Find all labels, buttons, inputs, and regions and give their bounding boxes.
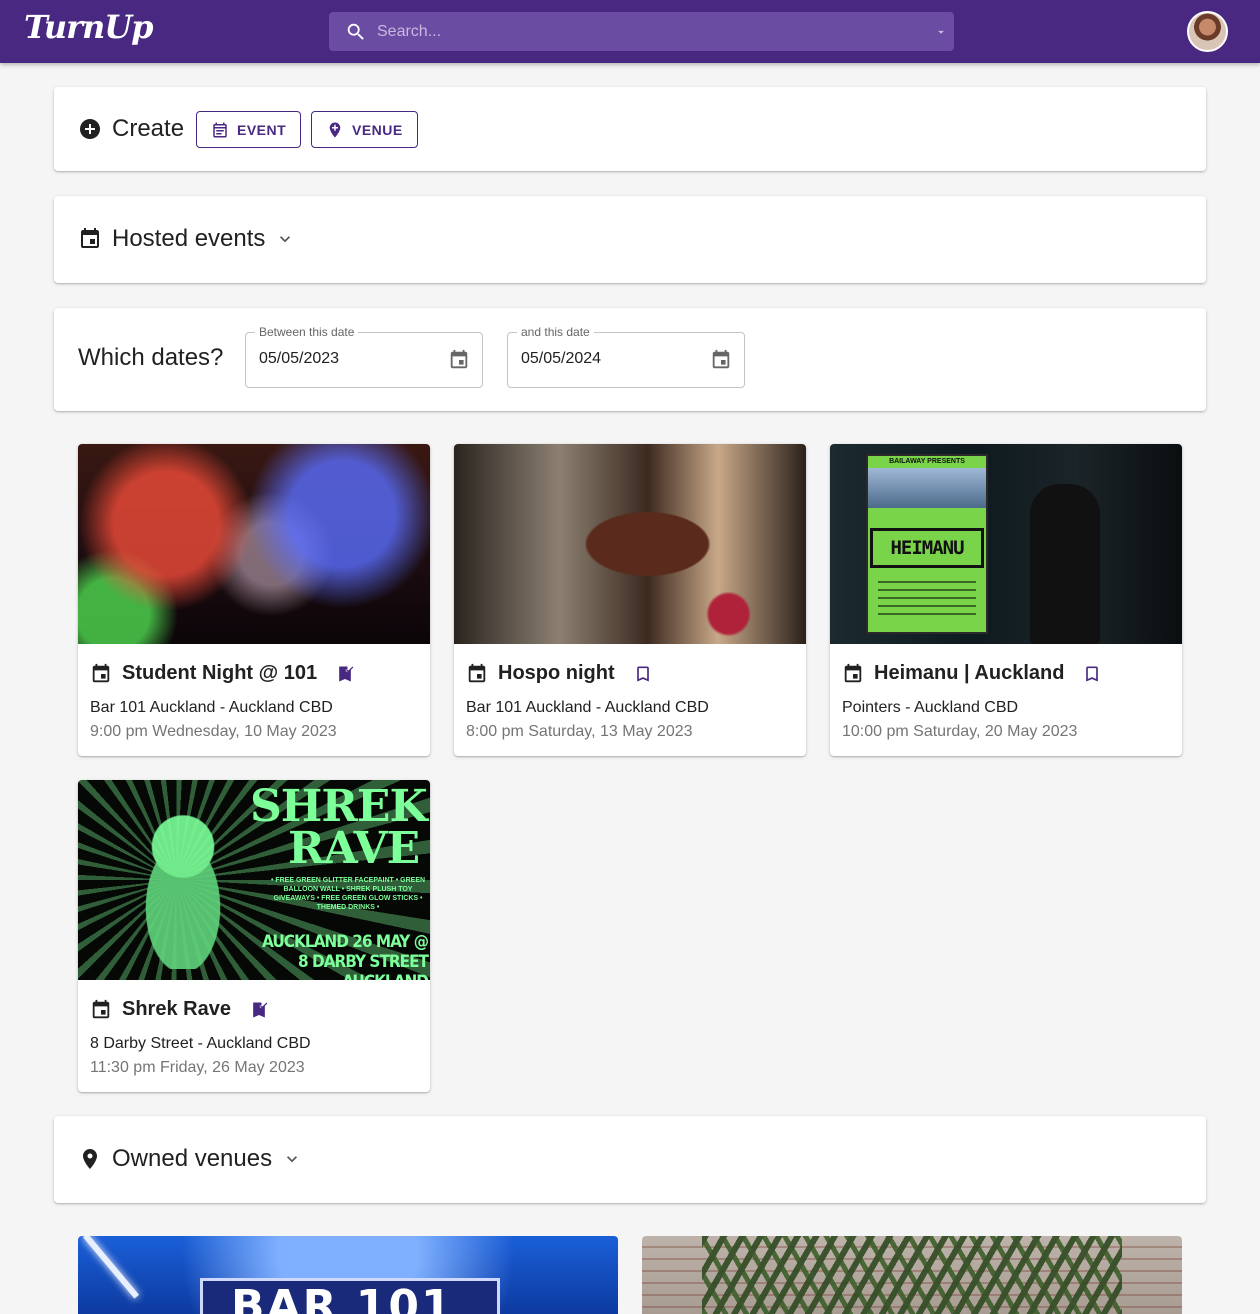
location-pin-icon [83, 1149, 97, 1169]
event-time: 11:30 pm Friday, 26 May 2023 [90, 1059, 305, 1076]
venue-card-image[interactable] [642, 1236, 1182, 1314]
end-date-value[interactable]: 05/05/2024 [521, 350, 601, 368]
event-icon [468, 663, 486, 682]
bookmark-border-icon[interactable] [633, 664, 653, 684]
calendar-icon [213, 122, 227, 137]
create-event-label: EVENT [237, 121, 287, 138]
owned-venues-title: Owned venues [112, 1145, 273, 1172]
event-venue: Bar 101 Auckland - Auckland CBD [466, 699, 709, 716]
event-title-row: Shrek Rave [90, 998, 269, 1021]
venue-sign: BAR 101 [200, 1278, 500, 1314]
start-date-value[interactable]: 05/05/2023 [259, 350, 339, 368]
calendar-picker-icon[interactable] [448, 349, 470, 371]
create-event-button[interactable]: EVENT [196, 111, 302, 148]
poster-title: HEIMANU [870, 528, 984, 568]
expand-chevron-icon[interactable] [275, 229, 295, 249]
event-card[interactable]: SHREK RAVE • FREE GREEN GLITTER FACEPAIN… [78, 780, 430, 1092]
event-title-row: Hospo night [466, 662, 653, 685]
create-title: Create [112, 115, 185, 142]
poster-features: • FREE GREEN GLITTER FACEPAINT • GREEN B… [270, 877, 426, 911]
event-image[interactable] [78, 444, 430, 644]
poster-skyline [868, 468, 986, 508]
light-beam [82, 1236, 140, 1299]
end-date-label: and this date [517, 325, 594, 339]
event-title: Heimanu | Auckland [874, 662, 1065, 684]
search-bar[interactable] [329, 12, 954, 51]
date-filter-title: Which dates? [78, 344, 224, 371]
create-panel: Create EVENT VENUE [54, 87, 1206, 171]
create-heading: Create [78, 115, 184, 143]
event-time: 10:00 pm Saturday, 20 May 2023 [842, 723, 1078, 740]
poster-location: AUCKLAND 26 MAY @ 8 DARBY STREET AUCKLAN… [262, 932, 429, 980]
event-title: Student Night @ 101 [122, 662, 318, 684]
search-input[interactable] [377, 12, 917, 51]
date-filter-panel: Which dates? Between this date 05/05/202… [54, 308, 1206, 411]
calendar-picker-icon[interactable] [710, 349, 732, 371]
app-logo[interactable]: TurnUp [24, 8, 154, 46]
hosted-events-panel[interactable]: Hosted events [54, 196, 1206, 283]
search-icon [347, 23, 364, 40]
hosted-events-title: Hosted events [112, 225, 266, 252]
event-title-row: Heimanu | Auckland [842, 662, 1102, 685]
event-venue: Pointers - Auckland CBD [842, 699, 1019, 716]
event-title-row: Student Night @ 101 [90, 662, 355, 685]
event-venue: 8 Darby Street - Auckland CBD [90, 1035, 311, 1052]
event-card[interactable]: BAILAWAY PRESENTS HEIMANU Heimanu | Auck… [830, 444, 1182, 756]
end-date-field[interactable]: and this date 05/05/2024 [507, 325, 745, 388]
palm-leaves [702, 1236, 1122, 1314]
expand-chevron-icon[interactable] [282, 1149, 302, 1169]
event-icon [81, 228, 99, 248]
event-image[interactable]: BAILAWAY PRESENTS HEIMANU [830, 444, 1182, 644]
dropdown-caret-icon[interactable] [934, 25, 948, 39]
poster-title-line2: RAVE [288, 823, 420, 874]
event-venue: Bar 101 Auckland - Auckland CBD [90, 699, 333, 716]
owned-venues-heading[interactable]: Owned venues [78, 1145, 302, 1173]
poster-header: BAILAWAY PRESENTS [889, 458, 965, 465]
bookmark-added-icon[interactable] [249, 1000, 269, 1020]
start-date-field[interactable]: Between this date 05/05/2023 [245, 325, 483, 388]
event-card[interactable]: Student Night @ 101 Bar 101 Auckland - A… [78, 444, 430, 756]
event-image[interactable]: SHREK RAVE • FREE GREEN GLITTER FACEPAIN… [78, 780, 430, 980]
hosted-events-heading[interactable]: Hosted events [78, 225, 295, 253]
poster-character [118, 794, 248, 969]
owned-venues-panel[interactable]: Owned venues [54, 1116, 1206, 1203]
event-title: Hospo night [498, 662, 615, 684]
event-time: 9:00 pm Wednesday, 10 May 2023 [90, 723, 337, 740]
poster-title: SHREK RAVE [250, 785, 428, 874]
bookmark-added-icon[interactable] [335, 664, 355, 684]
bookmark-border-icon[interactable] [1082, 664, 1102, 684]
artist-figure [1030, 484, 1100, 644]
add-circle-icon [80, 119, 100, 139]
poster-lineup [878, 581, 976, 621]
create-venue-button[interactable]: VENUE [311, 111, 418, 148]
event-icon [92, 999, 110, 1018]
create-venue-label: VENUE [352, 121, 403, 138]
event-poster: BAILAWAY PRESENTS HEIMANU [866, 454, 988, 634]
user-avatar[interactable] [1187, 11, 1228, 52]
app-bar: TurnUp [0, 0, 1260, 63]
add-location-icon [329, 122, 341, 137]
event-image[interactable] [454, 444, 806, 644]
event-time: 8:00 pm Saturday, 13 May 2023 [466, 723, 693, 740]
event-icon [92, 663, 110, 682]
event-icon [844, 663, 862, 682]
start-date-label: Between this date [255, 325, 359, 339]
venue-card-image[interactable]: BAR 101 [78, 1236, 618, 1314]
event-title: Shrek Rave [122, 998, 231, 1020]
event-card[interactable]: Hospo night Bar 101 Auckland - Auckland … [454, 444, 806, 756]
date-filter-heading: Which dates? [78, 344, 223, 372]
